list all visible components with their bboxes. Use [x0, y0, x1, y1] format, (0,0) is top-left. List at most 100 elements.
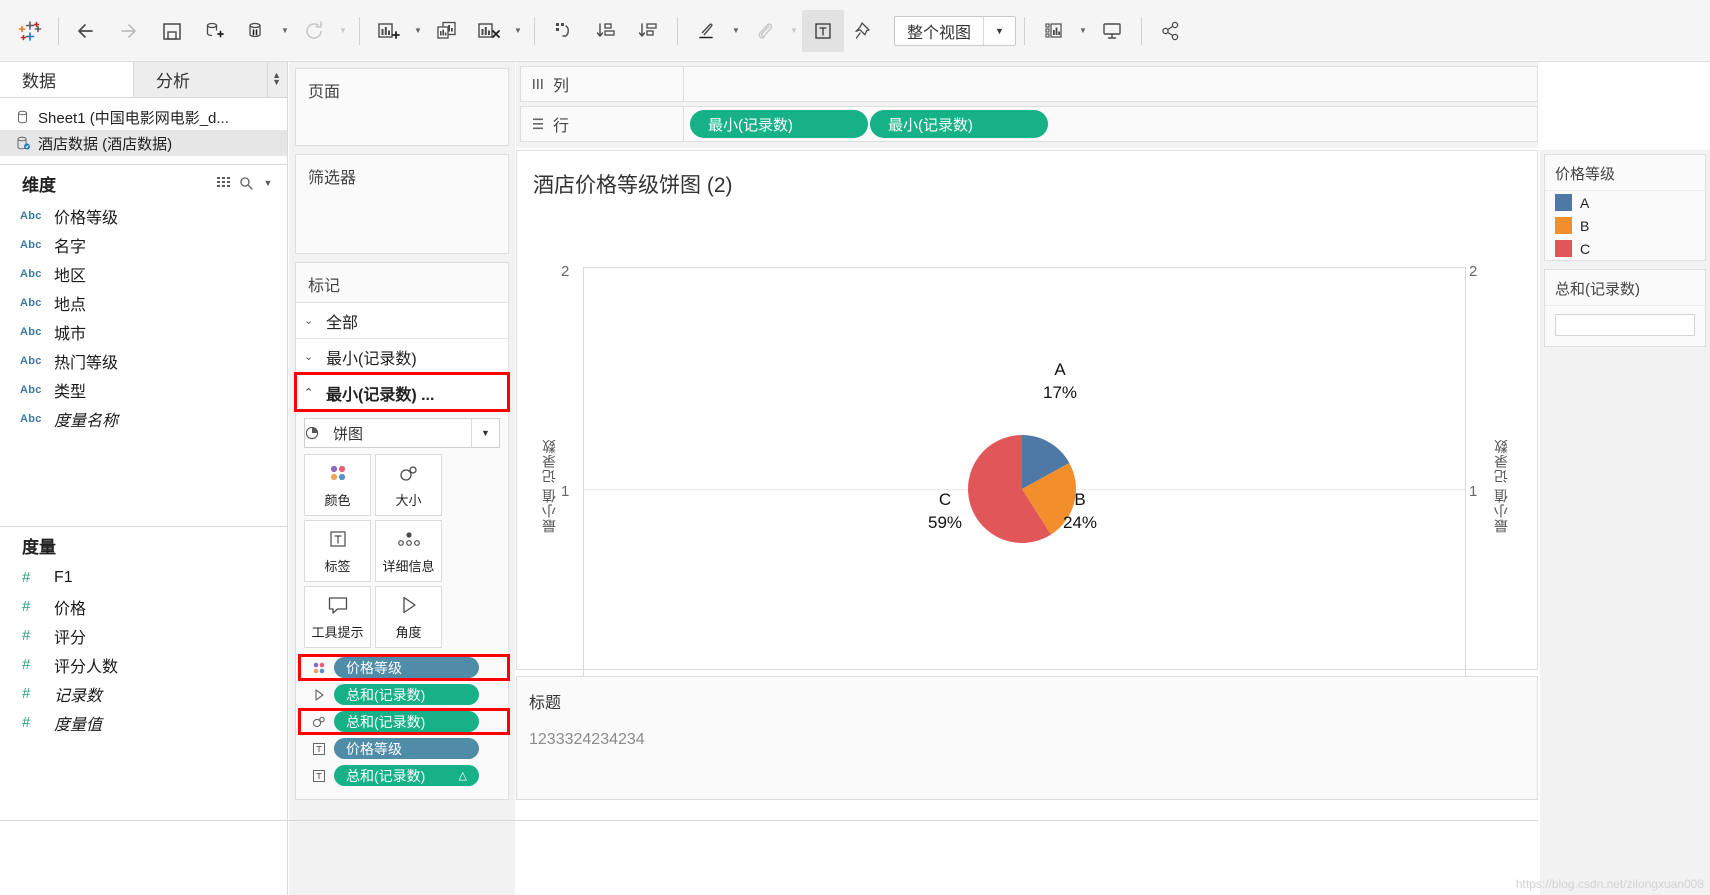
marks-size-button[interactable]: 大小 — [375, 454, 442, 516]
new-data-source-button[interactable] — [193, 10, 235, 52]
field-remendengji[interactable]: Abc 热门等级 — [0, 346, 287, 375]
chevron-up-icon[interactable]: ⌃ — [304, 386, 326, 399]
legend-item-a[interactable]: A — [1545, 191, 1705, 214]
status-divider — [0, 820, 1538, 821]
measure-jilushu[interactable]: # 记录数 — [0, 679, 287, 708]
field-chengshi[interactable]: Abc 城市 — [0, 317, 287, 346]
sort-descending-button[interactable] — [627, 10, 669, 52]
measure-duliangzhi[interactable]: # 度量值 — [0, 708, 287, 737]
show-cards-caret-icon[interactable]: ▼ — [1075, 10, 1091, 52]
field-didian[interactable]: Abc 地点 — [0, 288, 287, 317]
toolbar-divider-4 — [677, 16, 678, 45]
field-label: 热门等级 — [54, 354, 119, 372]
pages-card[interactable]: 页面 — [295, 68, 509, 146]
pause-data-button[interactable] — [235, 10, 277, 52]
mark-type-value: 饼图 — [333, 425, 364, 443]
marks-angle-button[interactable]: 角度 — [375, 586, 442, 648]
measure-jiage[interactable]: # 价格 — [0, 592, 287, 621]
sort-ascending-button[interactable] — [585, 10, 627, 52]
tableau-logo-icon[interactable] — [10, 11, 50, 51]
legend-item-c[interactable]: C — [1545, 237, 1705, 260]
mark-type-caret-icon[interactable]: ▼ — [471, 419, 499, 447]
measure-f1[interactable]: # F1 — [0, 563, 287, 592]
measure-pingfen[interactable]: # 评分 — [0, 621, 287, 650]
columns-shelf-dropzone[interactable] — [684, 66, 1538, 102]
search-icon[interactable] — [235, 176, 257, 190]
field-duliangmingcheng[interactable]: Abc 度量名称 — [0, 404, 287, 433]
chevron-down-icon[interactable]: ⌄ — [304, 350, 326, 363]
refresh-caret-icon[interactable]: ▼ — [335, 10, 351, 52]
grid-view-icon[interactable] — [213, 177, 235, 189]
marks-group-min1[interactable]: ⌄ 最小(记录数) — [296, 338, 508, 374]
field-leixing[interactable]: Abc 类型 — [0, 375, 287, 404]
show-mark-labels-button[interactable] — [802, 9, 844, 52]
clear-sheet-button[interactable] — [468, 10, 510, 52]
data-source-list: Sheet1 (中国电影网电影_d... 酒店数据 (酒店数据) — [0, 98, 287, 160]
marks-angle-label: 角度 — [395, 625, 422, 640]
marks-group-all[interactable]: ⌄ 全部 — [296, 302, 508, 338]
pane-resize-handle-icon[interactable]: ▲ ▼ — [272, 71, 281, 87]
rows-pill-1[interactable]: 最小(记录数) — [690, 110, 868, 138]
marks-label-button[interactable]: 标签 — [304, 520, 371, 582]
pause-data-caret-icon[interactable]: ▼ — [277, 10, 293, 52]
marks-tooltip-button[interactable]: 工具提示 — [304, 586, 371, 648]
chevron-down-icon[interactable]: ⌄ — [304, 314, 326, 327]
share-button[interactable] — [1150, 10, 1192, 52]
back-button[interactable] — [67, 10, 109, 52]
tab-data[interactable]: 数据 — [0, 62, 134, 97]
clear-sheet-caret-icon[interactable]: ▼ — [510, 10, 526, 52]
columns-shelf: 列 — [520, 66, 1538, 102]
new-worksheet-button[interactable] — [368, 10, 410, 52]
rows-pill-2[interactable]: 最小(记录数) — [870, 110, 1048, 138]
field-jiagedengji[interactable]: Abc 价格等级 — [0, 201, 287, 230]
show-cards-button[interactable] — [1033, 10, 1075, 52]
view-title: 酒店价格等级饼图 (2) — [533, 174, 733, 197]
new-worksheet-caret-icon[interactable]: ▼ — [410, 10, 426, 52]
group-members-button[interactable] — [744, 10, 786, 52]
legend-label-c: C — [1580, 240, 1591, 257]
legend-item-b[interactable]: B — [1545, 214, 1705, 237]
legend-swatch-a — [1555, 194, 1572, 211]
fit-select-arrow-icon[interactable]: ▼ — [983, 16, 1015, 45]
rows-shelf-dropzone[interactable]: 最小(记录数) 最小(记录数) — [684, 106, 1538, 142]
refresh-button[interactable] — [293, 10, 335, 52]
highlight-button[interactable] — [686, 10, 728, 52]
pill-label-with-suffix: 总和(记录数) △ — [334, 765, 479, 786]
filters-card[interactable]: 筛选器 — [295, 154, 509, 254]
fix-axes-button[interactable] — [844, 10, 886, 52]
marks-pill-angle-sum[interactable]: 总和(记录数) — [296, 681, 508, 708]
measure-pingfenrenshu[interactable]: # 评分人数 — [0, 650, 287, 679]
mark-type-select[interactable]: 饼图 ▼ — [304, 418, 500, 448]
marks-group-min2[interactable]: ⌃ 最小(记录数) ... — [294, 372, 510, 412]
marks-pill-label-jiagedengji[interactable]: 价格等级 — [296, 735, 508, 762]
caption-text: 1233324234234 — [529, 731, 645, 748]
tab-analytics[interactable]: 分析 — [134, 62, 268, 97]
hash-icon: # — [22, 656, 31, 673]
group-caret-icon[interactable]: ▼ — [786, 10, 802, 52]
duplicate-sheet-button[interactable] — [426, 10, 468, 52]
marks-pill-color-jiagedengji[interactable]: 价格等级 — [296, 654, 510, 681]
marks-pill-size-sum[interactable]: 总和(记录数) — [296, 708, 510, 735]
field-mingzi[interactable]: Abc 名字 — [0, 230, 287, 259]
fit-select[interactable]: 整个视图 ▼ — [894, 15, 1017, 46]
marks-color-button[interactable]: 颜色 — [304, 454, 371, 516]
data-source-hotel[interactable]: 酒店数据 (酒店数据) — [0, 130, 287, 156]
angle-icon — [304, 688, 334, 702]
marks-group-label: 最小(记录数) ... — [326, 386, 435, 404]
dimensions-menu-icon[interactable]: ▼ — [257, 178, 279, 188]
marks-detail-button[interactable]: 详细信息 — [375, 520, 442, 582]
measures-field-list: # F1 # 价格 # 评分 # 评分人数 # 记录数 # 度量值 — [0, 563, 287, 737]
mark-buttons: 颜色 大小 标签 详细信息 工具提示 角度 — [296, 454, 508, 648]
swap-axes-button[interactable] — [543, 10, 585, 52]
marks-card: 标记 ⌄ 全部 ⌄ 最小(记录数) ⌃ 最小(记录数) ... 饼图 ▼ 颜色 … — [294, 262, 510, 800]
highlight-caret-icon[interactable]: ▼ — [728, 10, 744, 52]
pie-chart-plot[interactable]: 最小值 记录数 最小值 记录数 2 1 0 2 1 0 A 17% — [517, 207, 1537, 716]
caption-card[interactable]: 标题 1233324234234 — [516, 676, 1538, 800]
save-button[interactable] — [151, 10, 193, 52]
marks-pill-label-sum[interactable]: 总和(记录数) △ — [296, 762, 508, 789]
data-source-hotel-label: 酒店数据 (酒店数据) — [38, 135, 173, 153]
data-source-sheet1[interactable]: Sheet1 (中国电影网电影_d... — [0, 104, 287, 130]
presentation-mode-button[interactable] — [1091, 10, 1133, 52]
field-diqu[interactable]: Abc 地区 — [0, 259, 287, 288]
forward-button[interactable] — [109, 10, 151, 52]
